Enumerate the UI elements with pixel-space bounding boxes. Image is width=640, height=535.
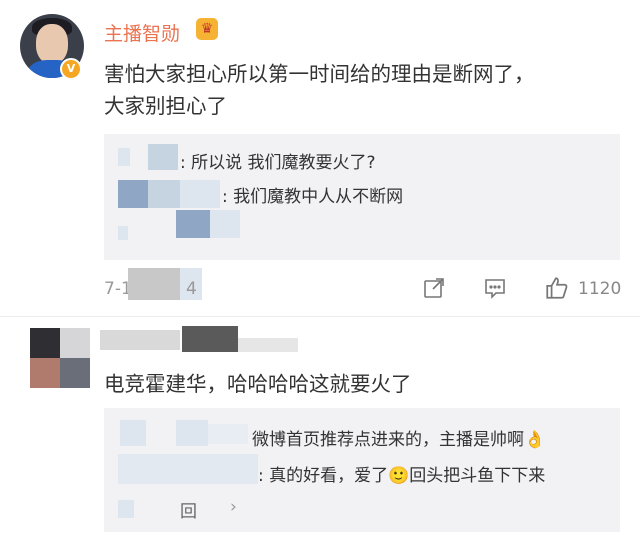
blurred-text (176, 210, 210, 238)
blurred-username (176, 420, 208, 446)
chevron-right-icon[interactable]: › (230, 497, 237, 517)
username[interactable]: 主播智勋 (104, 19, 180, 46)
reply-text: : 所以说 我们魔教要火了? (180, 153, 376, 173)
blurred-username (238, 338, 298, 352)
blurred-text (118, 226, 128, 240)
blurred-username (148, 144, 178, 170)
comment-text-line-1: 害怕大家担心所以第一时间给的理由是断网了， (104, 62, 535, 86)
comment-text: 电竞霍建华，哈哈哈哈这就要火了 (104, 372, 412, 396)
reply-text: : 真的好看，爱了🙂回头把斗鱼下下来 (258, 466, 546, 486)
thumbs-up-icon[interactable] (543, 275, 571, 303)
blurred-username (180, 180, 220, 208)
like-count: 1120 (578, 279, 622, 299)
reply-text: : 我们魔教中人从不断网 (222, 187, 404, 207)
reply-footer-text: 回 (180, 502, 197, 522)
blurred-text (210, 210, 240, 238)
divider (0, 316, 640, 317)
blurred-text (118, 500, 134, 518)
reply-text: 微博首页推荐点进来的，主播是帅啊👌 (252, 430, 546, 450)
blurred-username (100, 330, 180, 350)
blurred-username (208, 424, 248, 444)
avatar[interactable] (30, 328, 90, 388)
crown-icon: ♛ (196, 18, 218, 40)
blurred-timestamp (128, 268, 180, 300)
comment-text-line-2: 大家别担心了 (104, 94, 227, 118)
timestamp: 4 (186, 279, 197, 299)
share-icon[interactable] (421, 276, 447, 302)
comment-icon[interactable] (482, 276, 508, 302)
blurred-username (148, 180, 180, 208)
blurred-username (182, 326, 238, 352)
blurred-username (118, 180, 148, 208)
verified-icon: V (60, 58, 82, 80)
blurred-username (118, 148, 130, 166)
blurred-username (120, 420, 146, 446)
blurred-username (118, 454, 258, 484)
